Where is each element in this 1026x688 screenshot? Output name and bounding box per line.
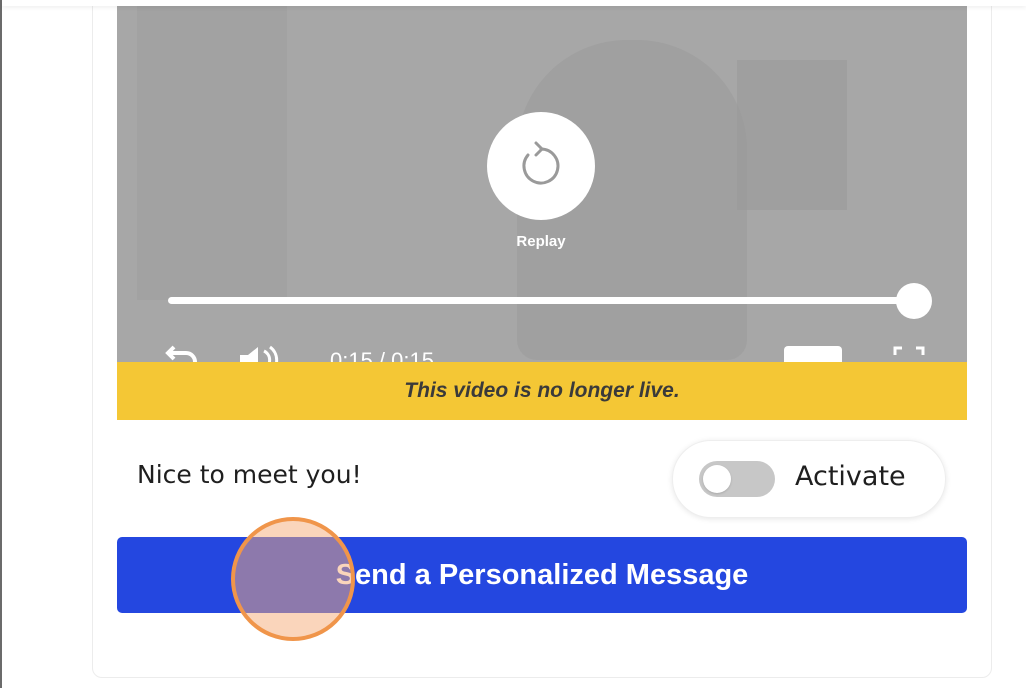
activate-label: Activate [795, 461, 906, 492]
replay-icon [522, 141, 560, 185]
video-progress-bar[interactable] [168, 297, 914, 304]
message-title: Nice to meet you! [137, 460, 362, 489]
window-edge [0, 0, 2, 688]
video-progress-handle[interactable] [896, 283, 932, 319]
toggle-knob [703, 465, 731, 493]
replay-label: Replay [516, 233, 566, 250]
activate-toggle[interactable]: Activate [672, 440, 946, 518]
fullscreen-icon[interactable] [892, 343, 926, 362]
video-expired-banner: This video is no longer live. [117, 362, 967, 420]
replay-button[interactable] [487, 112, 595, 220]
video-frame-background [737, 60, 847, 210]
rewind-icon[interactable] [160, 343, 200, 362]
page: Replay 0:15 / 0:15 This video is no long… [0, 0, 1026, 688]
captions-icon[interactable] [784, 346, 842, 362]
volume-icon[interactable] [236, 343, 284, 362]
top-bar [2, 0, 1026, 6]
toggle-switch[interactable] [699, 461, 775, 497]
video-time-display: 0:15 / 0:15 [330, 350, 434, 362]
send-personalized-message-button[interactable]: Send a Personalized Message [117, 537, 967, 613]
video-frame-background [137, 0, 287, 300]
